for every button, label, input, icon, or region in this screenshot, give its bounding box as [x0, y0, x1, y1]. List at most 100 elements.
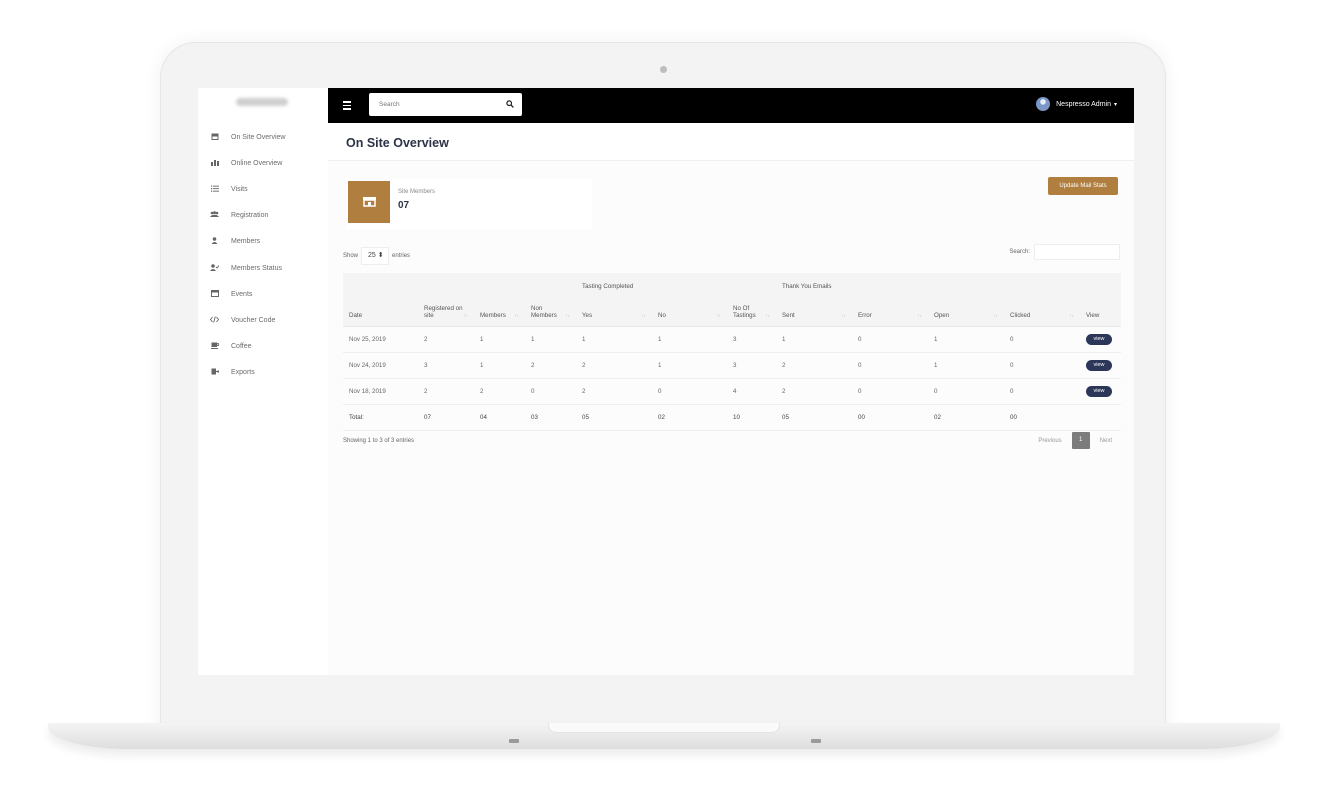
- table-cell: 03: [525, 404, 576, 431]
- sidebar-item-visits[interactable]: Visits: [198, 176, 328, 202]
- sidebar-item-label: On Site Overview: [231, 133, 286, 141]
- table-cell: 07: [418, 404, 474, 431]
- column-header[interactable]: Open ↑↓: [928, 299, 1004, 327]
- table-search-input[interactable]: [1034, 244, 1120, 260]
- table-cell: 05: [776, 404, 852, 431]
- search-input[interactable]: [369, 93, 499, 116]
- sidebar-item-online-overview[interactable]: Online Overview: [198, 150, 328, 176]
- cell-date: Nov 24, 2019: [343, 352, 418, 379]
- table-cell: 00: [1004, 404, 1080, 431]
- sidebar-item-label: Members Status: [231, 264, 282, 272]
- sidebar-item-members[interactable]: Members: [198, 229, 328, 255]
- table-row: Nov 25, 2019 2 1 1 1 1 3 1 0 1 0 view: [343, 326, 1121, 353]
- table-cell: 0: [928, 378, 1004, 405]
- sidebar-item-voucher-code[interactable]: Voucher Code: [198, 307, 328, 333]
- view-button[interactable]: view: [1086, 385, 1112, 397]
- column-header[interactable]: No ↑↓: [652, 299, 727, 327]
- table-cell: 1: [525, 326, 576, 353]
- table-cell: 00: [852, 404, 928, 431]
- column-header[interactable]: Error ↑↓: [852, 299, 928, 327]
- sidebar-item-exports[interactable]: Exports: [198, 360, 328, 386]
- laptop-foot: [509, 739, 519, 743]
- view-button[interactable]: view: [1086, 359, 1112, 371]
- hamburger-menu-icon[interactable]: [343, 101, 351, 112]
- view-button[interactable]: view: [1086, 333, 1112, 345]
- pagination-page-1[interactable]: 1: [1071, 432, 1090, 449]
- table-cell: view: [1080, 378, 1121, 405]
- card-label: Site Members: [398, 189, 436, 195]
- sort-icon: ↑↓: [765, 312, 770, 319]
- sort-icon: ↑↓: [1069, 312, 1074, 319]
- avatar: [1036, 97, 1051, 111]
- user-icon: [210, 237, 219, 246]
- search-icon[interactable]: [506, 100, 514, 108]
- table-cell: 04: [474, 404, 525, 431]
- update-mail-stats-button[interactable]: Update Mail Stats: [1048, 177, 1118, 195]
- table-cell: view: [1080, 352, 1121, 379]
- column-header: View: [1080, 299, 1121, 327]
- table-total-row: Total: 07 04 03 05 02 10 05 00 02 00: [343, 404, 1121, 431]
- sort-icon: ↑↓: [993, 312, 998, 319]
- table-cell: 0: [852, 352, 928, 379]
- user-name: Nespresso Admin: [1056, 100, 1111, 108]
- group-header-tasting: Tasting Completed: [576, 273, 776, 299]
- sidebar-item-label: Visits: [231, 185, 248, 193]
- table-filter: Search:: [1009, 244, 1120, 260]
- sidebar-item-on-site-overview[interactable]: On Site Overview: [198, 124, 328, 150]
- table-cell: 2: [525, 352, 576, 379]
- entries-length-select[interactable]: 25 ⬍: [361, 247, 390, 265]
- table-cell: 1: [652, 352, 727, 379]
- sidebar-item-label: Registration: [231, 212, 269, 220]
- pagination-next[interactable]: Next: [1100, 438, 1112, 444]
- column-header[interactable]: Yes ↑↓: [576, 299, 652, 327]
- total-label: Total:: [343, 404, 418, 431]
- sidebar-item-registration[interactable]: Registration: [198, 203, 328, 229]
- card-value: 07: [398, 200, 410, 211]
- sidebar-item-label: Members: [231, 238, 261, 246]
- column-header[interactable]: Sent ↑↓: [776, 299, 852, 327]
- table-cell: 1: [576, 326, 652, 353]
- sidebar-item-label: Exports: [231, 369, 255, 377]
- laptop-foot: [811, 739, 821, 743]
- table-cell: 1: [928, 352, 1004, 379]
- table-cell: 02: [652, 404, 727, 431]
- sidebar-item-coffee[interactable]: Coffee: [198, 334, 328, 360]
- column-header[interactable]: Date: [343, 299, 418, 327]
- table-cell: 2: [776, 378, 852, 405]
- code-icon: [209, 316, 220, 325]
- users-icon: [210, 211, 219, 220]
- table-cell: 0: [525, 378, 576, 405]
- pagination: Previous 1 Next: [1038, 432, 1112, 449]
- laptop-mockup: On Site Overview Online Overview Visits: [0, 0, 1324, 808]
- table-search-label: Search:: [1009, 249, 1030, 255]
- pagination-previous[interactable]: Previous: [1038, 438, 1061, 444]
- user-menu[interactable]: Nespresso Admin ▾: [1036, 97, 1117, 111]
- page-title: On Site Overview: [346, 136, 449, 150]
- column-header[interactable]: Members ↑↓: [474, 299, 525, 327]
- table-cell: 3: [727, 352, 776, 379]
- sidebar-item-label: Online Overview: [231, 159, 283, 167]
- table-cell: 2: [474, 378, 525, 405]
- sidebar-item-members-status[interactable]: Members Status: [198, 255, 328, 281]
- column-header[interactable]: Non Members ↑↓: [525, 299, 576, 327]
- sort-icon: ↑↓: [716, 312, 721, 319]
- sidebar-item-events[interactable]: Events: [198, 281, 328, 307]
- table-header-row: Date Registered on site ↑↓ Members ↑↓ Non …: [343, 299, 1121, 327]
- camera-icon: [660, 66, 667, 73]
- column-header[interactable]: No Of Tastings ↑↓: [727, 299, 776, 327]
- table-cell: 1: [474, 352, 525, 379]
- overview-table: Tasting Completed Thank You Emails Date …: [343, 273, 1121, 431]
- site-members-card: Site Members 07: [346, 179, 592, 229]
- table-cell: 0: [1004, 326, 1080, 353]
- table-cell: 10: [727, 404, 776, 431]
- table-cell: 1: [776, 326, 852, 353]
- chevron-down-icon: ▾: [1113, 101, 1117, 108]
- table-row: Nov 24, 2019 3 1 2 2 1 3 2 0 1 0 view: [343, 352, 1121, 379]
- table-cell: 2: [576, 378, 652, 405]
- sort-icon: ↑↓: [514, 312, 519, 319]
- column-header[interactable]: Registered on site ↑↓: [418, 299, 474, 327]
- column-header[interactable]: Clicked ↑↓: [1004, 299, 1080, 327]
- table-cell: 0: [852, 326, 928, 353]
- table-cell: 1: [474, 326, 525, 353]
- top-navbar: Nespresso Admin ▾: [328, 88, 1134, 123]
